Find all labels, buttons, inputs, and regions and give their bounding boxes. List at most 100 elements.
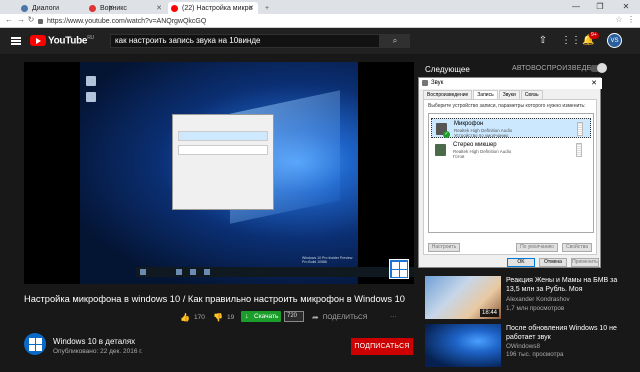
- back-icon[interactable]: ←: [4, 15, 14, 24]
- tab-vornix[interactable]: Ворникс ✕: [86, 2, 166, 14]
- close-tab-icon[interactable]: ✕: [156, 4, 162, 12]
- subscribe-button[interactable]: ПОДПИСАТЬСЯ: [351, 338, 413, 355]
- level-meter: [577, 122, 583, 136]
- thumbs-down-icon: 👎: [213, 313, 223, 322]
- tab-recording[interactable]: Запись: [473, 90, 498, 99]
- sound-dialog-body: Выберите устройство записи, параметры ко…: [423, 99, 597, 255]
- vk-icon: [21, 4, 28, 12]
- tab-youtube[interactable]: (22) Настройка микро ✕: [168, 2, 258, 14]
- recommended-views: 1,7 млн просмотров: [506, 305, 565, 312]
- minimize-icon[interactable]: —: [566, 0, 586, 14]
- publish-date: Опубликовано: 22 дек. 2016 г.: [53, 348, 143, 355]
- cancel-button[interactable]: Отмена: [539, 258, 567, 267]
- video-taskbar: [136, 267, 414, 277]
- forward-icon[interactable]: →: [16, 15, 26, 24]
- close-icon[interactable]: ✕: [591, 78, 597, 89]
- thumbs-up-icon: 👍: [180, 313, 190, 322]
- recommended-views: 196 тыс. просмотра: [506, 351, 564, 358]
- recommended-title[interactable]: Реакция Жены и Мамы на БМВ за 13,5 млн з…: [506, 276, 624, 294]
- apply-button[interactable]: Применить: [571, 258, 599, 267]
- lock-icon: [38, 18, 43, 24]
- site-icon: [89, 4, 96, 12]
- video-player[interactable]: Windows 10 Pro Insider Preview Pro Build…: [24, 62, 414, 284]
- more-actions-button[interactable]: ···: [390, 313, 397, 320]
- tab-label: (22) Настройка микро: [182, 4, 253, 12]
- browser-tab-bar: Диалоги ✕ Ворникс ✕ (22) Настройка микро…: [0, 0, 640, 14]
- level-meter: [576, 143, 582, 157]
- search-input[interactable]: как настроить запись звука на 10винде: [110, 34, 380, 48]
- duration-badge: 18:44: [479, 309, 499, 317]
- video-dialog-row: [178, 131, 268, 141]
- device-status: Устройство по умолчанию: [454, 133, 509, 138]
- video-thumbnail[interactable]: [425, 324, 501, 367]
- mixer-icon: [435, 144, 446, 156]
- configure-button[interactable]: Настроить: [428, 243, 460, 252]
- like-count: 170: [193, 314, 205, 321]
- sound-dialog-hint: Выберите устройство записи, параметры ко…: [428, 103, 586, 109]
- recommended-video[interactable]: 18:44 Реакция Жены и Мамы на БМВ за 13,5…: [425, 276, 625, 324]
- sound-dialog: Звук ✕ Воспроизведение Запись Звуки Связ…: [418, 77, 602, 268]
- search-icon: ⌕: [392, 36, 398, 45]
- logo-word: YouTube: [48, 35, 88, 47]
- star-icon[interactable]: ☆: [614, 15, 624, 24]
- notification-badge: 9+: [589, 32, 599, 39]
- maximize-icon[interactable]: ❐: [590, 0, 610, 14]
- desktop-icon: [86, 76, 96, 86]
- tab-label: Диалоги: [32, 4, 60, 12]
- autoplay-toggle[interactable]: [590, 63, 607, 73]
- video-title: Настройка микрофона в windows 10 / Как п…: [24, 294, 405, 304]
- quality-select[interactable]: 720: [284, 311, 304, 322]
- speaker-icon: [422, 80, 428, 86]
- share-label: ПОДЕЛИТЬСЯ: [322, 314, 368, 321]
- desktop-icon: [86, 92, 96, 102]
- sound-dialog-titlebar: Звук ✕: [419, 78, 602, 89]
- apps-grid-icon[interactable]: ⋮⋮: [561, 35, 581, 47]
- browser-menu-icon[interactable]: ⋮: [626, 15, 636, 24]
- youtube-icon: [171, 4, 178, 12]
- close-window-icon[interactable]: ✕: [616, 0, 636, 14]
- set-default-button[interactable]: По умолчанию: [516, 243, 558, 252]
- share-button[interactable]: ➦ ПОДЕЛИТЬСЯ: [312, 313, 367, 322]
- device-status: Готов: [453, 154, 465, 159]
- youtube-header: YouTubeRU как настроить запись звука на …: [0, 28, 640, 54]
- tab-communications[interactable]: Связь: [520, 90, 543, 99]
- tab-sounds[interactable]: Звуки: [498, 90, 520, 99]
- video-dialog-row: [178, 145, 268, 155]
- like-button[interactable]: 👍 170: [180, 313, 205, 322]
- reload-icon[interactable]: ↻: [26, 15, 36, 24]
- taskbar-icon: [204, 269, 210, 275]
- up-next-label: Следующее: [425, 65, 470, 74]
- new-tab-button[interactable]: +: [262, 2, 274, 14]
- close-tab-icon[interactable]: ✕: [248, 4, 254, 12]
- avatar[interactable]: VS: [607, 33, 622, 48]
- youtube-logo-icon[interactable]: [30, 35, 46, 46]
- video-thumbnail[interactable]: 18:44: [425, 276, 501, 319]
- sound-dialog-title: Звук: [431, 80, 444, 86]
- tab-label: Ворникс: [100, 4, 127, 12]
- recommended-title[interactable]: После обновления Windows 10 не работает …: [506, 324, 624, 342]
- upload-icon[interactable]: ⇧: [537, 35, 549, 47]
- recording-device-list: ✓ Микрофон Realtek High Definition Audio…: [428, 113, 594, 233]
- url-text: https://www.youtube.com/watch?v=ANQrgwQk…: [47, 18, 207, 25]
- channel-name[interactable]: Windows 10 в деталях: [53, 337, 135, 346]
- device-stereo-mix[interactable]: Стерео микшер Realtek High Definition Au…: [431, 140, 591, 160]
- device-microphone[interactable]: ✓ Микрофон Realtek High Definition Audio…: [431, 118, 591, 138]
- recommended-channel: Alexander Kondrashov: [506, 296, 570, 303]
- sound-dialog-tabs: Воспроизведение Запись Звуки Связь: [423, 90, 544, 99]
- dislike-button[interactable]: 👎 19: [213, 313, 234, 322]
- taskbar-icon: [176, 269, 182, 275]
- search-button[interactable]: ⌕: [380, 34, 410, 48]
- channel-watermark-windows-icon[interactable]: [389, 259, 409, 279]
- recommended-video[interactable]: После обновления Windows 10 не работает …: [425, 324, 625, 372]
- ok-button[interactable]: OK: [507, 258, 535, 267]
- default-check-icon: ✓: [443, 131, 450, 138]
- channel-avatar[interactable]: [24, 333, 46, 355]
- address-bar: ← → ↻ https://www.youtube.com/watch?v=AN…: [0, 14, 640, 28]
- device-name: Микрофон: [454, 121, 484, 127]
- menu-icon[interactable]: [11, 37, 21, 45]
- tab-playback[interactable]: Воспроизведение: [423, 90, 473, 99]
- url-field[interactable]: https://www.youtube.com/watch?v=ANQrgwQk…: [38, 16, 598, 27]
- download-button[interactable]: Скачать: [241, 311, 281, 322]
- properties-button[interactable]: Свойства: [562, 243, 592, 252]
- youtube-logo-text[interactable]: YouTubeRU: [48, 35, 94, 46]
